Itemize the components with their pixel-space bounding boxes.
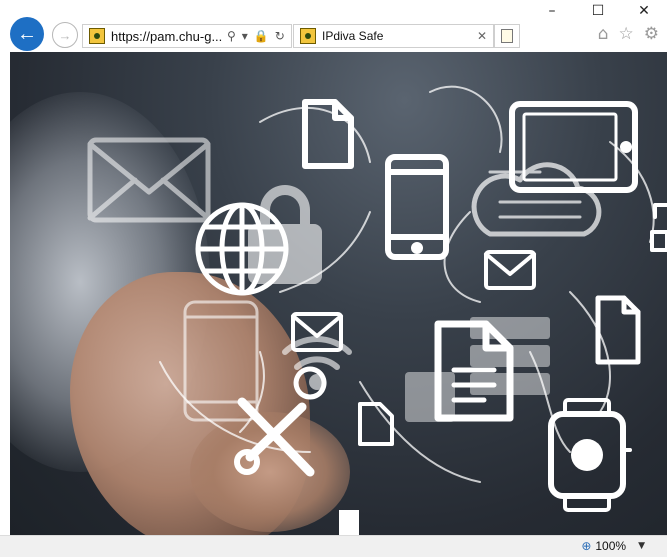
new-tab-icon [501, 29, 513, 43]
zoom-magnifier-icon: ⊕ [581, 539, 592, 553]
tab-favicon-icon [300, 28, 316, 44]
site-favicon-icon [89, 28, 105, 44]
forward-button[interactable]: → [52, 22, 78, 48]
tech-icons-overlay [87, 85, 667, 535]
window-controls: – ☐ ✕ [529, 0, 667, 22]
tab-ipdiva-safe[interactable]: IPdiva Safe ✕ [293, 24, 494, 48]
page-hero-image [10, 52, 667, 535]
loading-block [339, 510, 359, 535]
url-text[interactable]: https://pam.chu-g... [111, 29, 223, 44]
envelope-small-icon [484, 250, 536, 290]
smartphone-icon [385, 154, 449, 260]
favorites-star-icon[interactable]: ☆ [619, 24, 634, 44]
toolbar-icons: ⌂ ☆ ⚙ [598, 24, 659, 44]
lock-icon[interactable]: 🔒 [254, 29, 269, 43]
browser-chrome: – ☐ ✕ ← → https://pam.chu-g... ⚲ ▾ 🔒 ↻ I… [0, 0, 667, 52]
document-right-icon [595, 295, 641, 365]
maximize-button[interactable]: ☐ [575, 0, 621, 22]
back-arrow-icon: ← [17, 22, 37, 45]
search-icon[interactable]: ⚲ [227, 29, 236, 43]
minimize-button[interactable]: – [529, 0, 575, 22]
back-button[interactable]: ← [10, 17, 44, 51]
home-icon[interactable]: ⌂ [598, 24, 609, 44]
smartwatch-icon [548, 398, 632, 512]
new-tab-button[interactable] [494, 24, 520, 48]
address-bar[interactable]: https://pam.chu-g... ⚲ ▾ 🔒 ↻ [82, 24, 292, 48]
tab-close-icon[interactable]: ✕ [477, 29, 487, 43]
document-small-icon [358, 402, 394, 446]
status-bar: ⊕ 100% ▼ [0, 535, 667, 557]
zoom-control[interactable]: ⊕ 100% ▼ [581, 539, 645, 553]
tab-title: IPdiva Safe [322, 29, 384, 43]
cloud-icon [471, 162, 602, 237]
globe-icon [195, 202, 289, 296]
close-window-button[interactable]: ✕ [621, 0, 667, 22]
refresh-icon[interactable]: ↻ [275, 29, 285, 43]
settings-gear-icon[interactable]: ⚙ [644, 24, 659, 44]
zoom-level: 100% [595, 539, 627, 553]
zoom-dropdown-icon[interactable]: ▼ [638, 541, 645, 551]
envelope-icon [87, 137, 211, 223]
forward-arrow-icon: → [58, 27, 72, 43]
address-dropdown-icon[interactable]: ▾ [242, 29, 248, 43]
